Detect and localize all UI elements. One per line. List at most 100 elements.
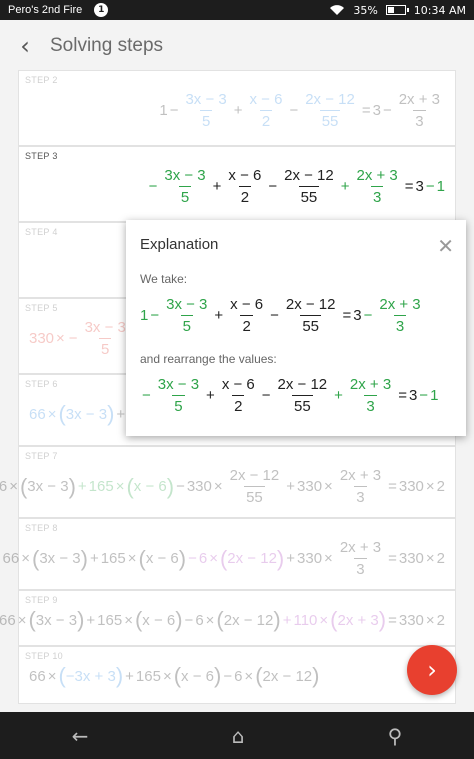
math-term: + — [206, 387, 215, 404]
denominator: 3 — [370, 186, 384, 206]
term: 1 — [159, 102, 168, 119]
step-equation: 66 × (3x − 3) +165 × (x − 6) −6 × (2x − 12)… — [3, 539, 445, 578]
math-term: × — [127, 550, 137, 567]
dialog-text: We take: — [140, 272, 188, 286]
step-label: STEP 7 — [25, 451, 58, 461]
math-term: − — [176, 478, 185, 495]
math-term: = — [398, 387, 407, 404]
search-icon[interactable]: ⚲ — [388, 724, 403, 748]
math-term: × — [324, 478, 333, 495]
numerator: x − 6 — [230, 296, 264, 313]
denominator: 3 — [354, 558, 367, 578]
numerator: 2x − 12 — [284, 167, 334, 184]
math-term: 165 — [97, 611, 123, 629]
step-card[interactable]: STEP 7 66× (3x − 3) +165× (x − 6) −330× … — [0, 446, 456, 518]
fraction: 2x + 3 3 — [348, 376, 393, 415]
numerator: 2x + 3 — [398, 91, 440, 108]
operator: + — [212, 178, 222, 195]
step-card[interactable]: STEP 8 66 × (3x − 3) +165 × (x − 6) −6 × (2… — [3, 518, 456, 590]
math-term: 110 — [293, 611, 318, 629]
back-arrow-icon[interactable]: ‹ — [0, 32, 50, 60]
denominator: 3 — [354, 486, 367, 506]
step-equation: − 3x − 3 5 + x − 6 2 − 2x − 12 55 + 2x + 3 3… — [147, 167, 445, 206]
numerator: 2x + 3 — [339, 467, 382, 484]
fraction: x − 6 2 — [248, 91, 285, 130]
math-term: × — [9, 478, 18, 495]
operator: − — [289, 102, 299, 119]
math-term: − — [419, 387, 429, 404]
math-term: + — [125, 667, 134, 685]
term: 66 — [29, 405, 46, 423]
numerator: 2x − 12 — [229, 467, 280, 484]
math-term: × — [213, 478, 223, 495]
math-term: ) — [68, 473, 76, 499]
step-label: STEP 6 — [25, 379, 58, 389]
math-term: = — [388, 550, 397, 567]
fraction: x − 6 2 — [226, 167, 263, 206]
denominator: 5 — [180, 315, 193, 335]
operator: − — [382, 102, 392, 119]
math-term: 2 — [436, 550, 445, 567]
math-term: − — [188, 550, 197, 567]
dialog-equation: − 3x − 3 5 + x − 6 2 − 2x − 12 55 + 2x + 3 3… — [140, 376, 438, 415]
step-card[interactable]: STEP 9 66 × (3x − 3) +165 × (x − 6) −6 × (2… — [0, 590, 456, 646]
math-term: 6 — [198, 550, 208, 567]
clock: 10:34 AM — [413, 3, 466, 17]
math-term: 2x − 12 — [223, 611, 274, 629]
step-card[interactable]: STEP 10 66 × (−3x + 3) +165 × (x − 6) −6 × … — [18, 646, 456, 704]
math-term: 1 — [430, 387, 439, 404]
math-term: ) — [115, 663, 124, 688]
numerator: 3x − 3 — [84, 319, 126, 336]
math-term: ) — [213, 663, 222, 688]
math-term: ) — [80, 545, 88, 571]
denominator: 5 — [199, 110, 213, 130]
term: 3x − 3 — [65, 405, 108, 423]
math-term: ) — [276, 545, 285, 571]
fraction: x − 6 2 — [228, 296, 265, 335]
fraction: 3x − 3 5 — [162, 167, 207, 206]
close-icon[interactable]: ✕ — [437, 234, 454, 258]
fraction: x − 6 2 — [220, 376, 257, 415]
numerator: x − 6 — [221, 376, 255, 393]
math-term: 2x − 12 — [227, 550, 277, 567]
step-card[interactable]: STEP 2 1 − 3x − 3 5 + x − 6 2 − 2x − 12 55 … — [18, 70, 456, 146]
math-term: × — [425, 478, 435, 495]
operator: = — [361, 102, 371, 119]
math-term: ) — [166, 473, 175, 499]
math-term: −3x + 3 — [65, 667, 116, 685]
denominator: 3 — [364, 395, 377, 415]
step-label: STEP 10 — [25, 651, 63, 661]
math-term: 66 — [0, 478, 8, 495]
math-term: 330 — [398, 478, 424, 495]
back-icon[interactable]: ← — [72, 724, 89, 748]
math-term: 66 — [29, 667, 46, 685]
numerator: 3x − 3 — [185, 91, 227, 108]
math-term: − — [142, 387, 151, 404]
math-term: × — [205, 611, 215, 629]
fraction: 3x − 3 5 — [183, 91, 228, 130]
math-term: ( — [219, 545, 228, 571]
math-term: ( — [216, 607, 224, 632]
page-title: Solving steps — [50, 35, 164, 56]
dialog-title: Explanation — [140, 236, 219, 253]
math-term: 165 — [100, 550, 126, 567]
step-card[interactable]: STEP 3 − 3x − 3 5 + x − 6 2 − 2x − 12 55 + … — [18, 146, 456, 222]
math-term: × — [21, 550, 30, 567]
math-term: × — [319, 611, 329, 629]
next-step-button[interactable]: › — [407, 645, 457, 695]
step-equation: 66 × ( 3x − 3 ) + — [29, 401, 127, 427]
term: 3 — [415, 178, 424, 195]
home-icon[interactable]: ⌂ — [232, 724, 245, 748]
math-term: 2 — [436, 478, 445, 495]
operator: − — [148, 178, 158, 195]
notification-badge[interactable]: 1 — [94, 3, 109, 17]
step-label: STEP 8 — [25, 523, 58, 533]
math-term: × — [425, 611, 435, 629]
math-term: + — [214, 307, 224, 324]
math-term: ) — [77, 607, 85, 632]
fraction: 2x + 3 3 — [377, 296, 422, 335]
math-term: × — [324, 550, 333, 567]
math-term: ( — [330, 607, 338, 632]
math-term: ) — [273, 607, 281, 632]
math-term: 6 — [234, 667, 243, 685]
